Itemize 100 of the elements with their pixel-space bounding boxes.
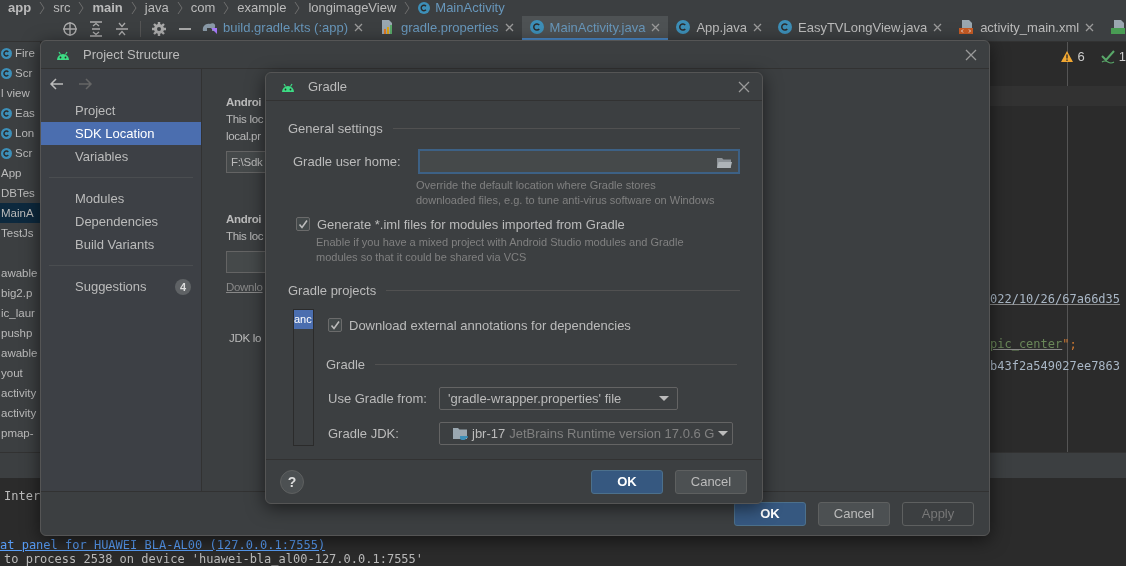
field-label: Gradle user home: (292, 154, 402, 169)
chevron-icon (38, 1, 47, 15)
crosshair-icon[interactable] (62, 20, 78, 37)
check-icon (1100, 48, 1115, 64)
tree-item[interactable]: pushp (0, 323, 40, 343)
tree-item[interactable]: Scr (0, 143, 40, 163)
path-field[interactable] (226, 251, 266, 273)
breadcrumb-item[interactable]: java (144, 0, 169, 16)
breadcrumb-item[interactable]: example (237, 0, 287, 16)
tree-item[interactable]: TestJs (0, 223, 40, 243)
tree-item[interactable]: awable (0, 343, 40, 363)
chevron-icon (403, 1, 412, 15)
expand-all-icon[interactable] (88, 20, 104, 37)
dialog-button[interactable]: Cancel (818, 501, 890, 526)
checkbox-label[interactable]: Download external annotations for dependencies (349, 317, 631, 333)
breadcrumb-item[interactable]: com (190, 0, 216, 16)
path-field[interactable]: F:\Sdk (226, 151, 266, 173)
properties-file-icon (379, 19, 395, 35)
tree-item[interactable]: yout (0, 363, 40, 383)
class-icon (1, 107, 12, 119)
class-icon (1, 67, 12, 79)
description-text: This loc (226, 229, 264, 244)
class-icon (1, 147, 12, 159)
nav-item[interactable]: Project (41, 99, 201, 122)
count-badge: 4 (175, 278, 191, 295)
manifest-file-icon (1110, 19, 1126, 35)
tree-item[interactable]: MainA (0, 203, 40, 223)
checkbox[interactable] (296, 217, 310, 231)
section-heading: Androi (226, 212, 262, 227)
description-text: This loc (226, 112, 264, 127)
console-link[interactable]: at panel for HUAWEI BLA-AL00 (127.0.0.1:7555) (0, 538, 1126, 552)
breadcrumb-item[interactable]: MainActivity (435, 0, 505, 16)
path-field[interactable] (417, 149, 740, 174)
editor-tab[interactable]: gradle.properties (371, 16, 522, 41)
close-icon[interactable] (753, 22, 762, 32)
tree-item[interactable]: activity (0, 403, 40, 423)
help-button[interactable]: ? (280, 469, 304, 494)
breadcrumb-item[interactable]: src (53, 0, 71, 16)
settings-icon[interactable] (151, 20, 167, 37)
dialog-button[interactable]: Cancel (675, 469, 747, 494)
tree-item[interactable]: DBTes (0, 183, 40, 203)
close-icon[interactable] (504, 22, 514, 32)
close-icon[interactable] (1085, 22, 1095, 32)
nav-item[interactable]: Dependencies (41, 210, 201, 233)
field-label: Gradle JDK: (327, 426, 400, 441)
download-link[interactable]: Downlo (226, 279, 263, 296)
close-icon[interactable] (354, 22, 363, 32)
tree-item[interactable]: pmap- (0, 423, 40, 443)
tree-item[interactable]: App (0, 163, 40, 183)
tree-item[interactable]: Fire (0, 43, 40, 63)
field-label: Use Gradle from: (327, 391, 428, 406)
tree-item[interactable]: awable (0, 263, 40, 283)
close-icon[interactable] (965, 48, 977, 61)
code-text: "; (1062, 336, 1077, 353)
class-icon (1, 47, 12, 59)
console-line: Inter (3, 489, 42, 503)
check-mark-icon (298, 219, 308, 229)
dropdown[interactable]: jbr-17 JetBrains Runtime version 17.0.6 G (439, 422, 733, 445)
warning-count: 6 (1077, 48, 1085, 64)
chevron-icon (175, 1, 184, 15)
checkbox[interactable] (328, 318, 342, 332)
class-icon (778, 20, 792, 34)
editor-tab[interactable]: build.gradle.kts (:app) (193, 16, 371, 41)
nav-item[interactable]: Modules (41, 187, 201, 210)
editor-tab[interactable]: App.java (668, 16, 770, 41)
nav-item[interactable]: Variables (41, 145, 201, 168)
xml-file-icon (958, 19, 975, 35)
caret-icon (659, 396, 669, 401)
field-label: JDK lo (228, 331, 262, 346)
close-icon[interactable] (738, 80, 750, 93)
tree-item[interactable]: activity (0, 383, 40, 403)
tree-item[interactable]: Eas (0, 103, 40, 123)
class-icon (1, 127, 12, 139)
close-icon[interactable] (651, 22, 661, 32)
tree-item[interactable]: Scr (0, 63, 40, 83)
editor-tab[interactable]: activity_main.xml (950, 16, 1103, 41)
chevron-icon (222, 1, 231, 15)
back-icon[interactable] (49, 77, 65, 91)
nav-item[interactable]: Build Variants (41, 233, 201, 256)
ok-button[interactable]: OK (734, 501, 806, 526)
collapse-all-icon[interactable] (114, 20, 130, 37)
gradle-project-entry[interactable]: anc (294, 310, 313, 329)
tree-item[interactable]: l view (0, 83, 40, 103)
breadcrumb-item[interactable]: main (92, 0, 123, 16)
dropdown[interactable]: 'gradle-wrapper.properties' file (439, 387, 678, 410)
tree-item[interactable]: ic_laur (0, 303, 40, 323)
nav-item[interactable]: SDK Location (41, 122, 201, 145)
breadcrumb-item[interactable]: longimageView (308, 0, 397, 16)
tree-item[interactable]: Lon (0, 123, 40, 143)
hint-text: Override the default location where Gradle stores downloaded files, e.g. to tune anti-virus software on Windows (416, 178, 716, 208)
chevron-icon (77, 1, 86, 15)
editor-tab[interactable]: EasyTVLongView.java (770, 16, 951, 41)
nav-item[interactable]: Suggestions 4 (41, 275, 201, 298)
ok-button[interactable]: OK (591, 469, 663, 494)
close-icon[interactable] (933, 22, 943, 32)
checkbox-label[interactable]: Generate *.iml files for modules imported from Gradle (317, 216, 625, 232)
breadcrumb-item[interactable]: app (8, 0, 32, 16)
code-text: pic_center (990, 336, 1063, 353)
tree-item[interactable]: big2.p (0, 283, 40, 303)
hint-text: Enable if you have a mixed project with Android Studio modules and Gradle modules so that it could be shared via VCS (316, 235, 685, 265)
